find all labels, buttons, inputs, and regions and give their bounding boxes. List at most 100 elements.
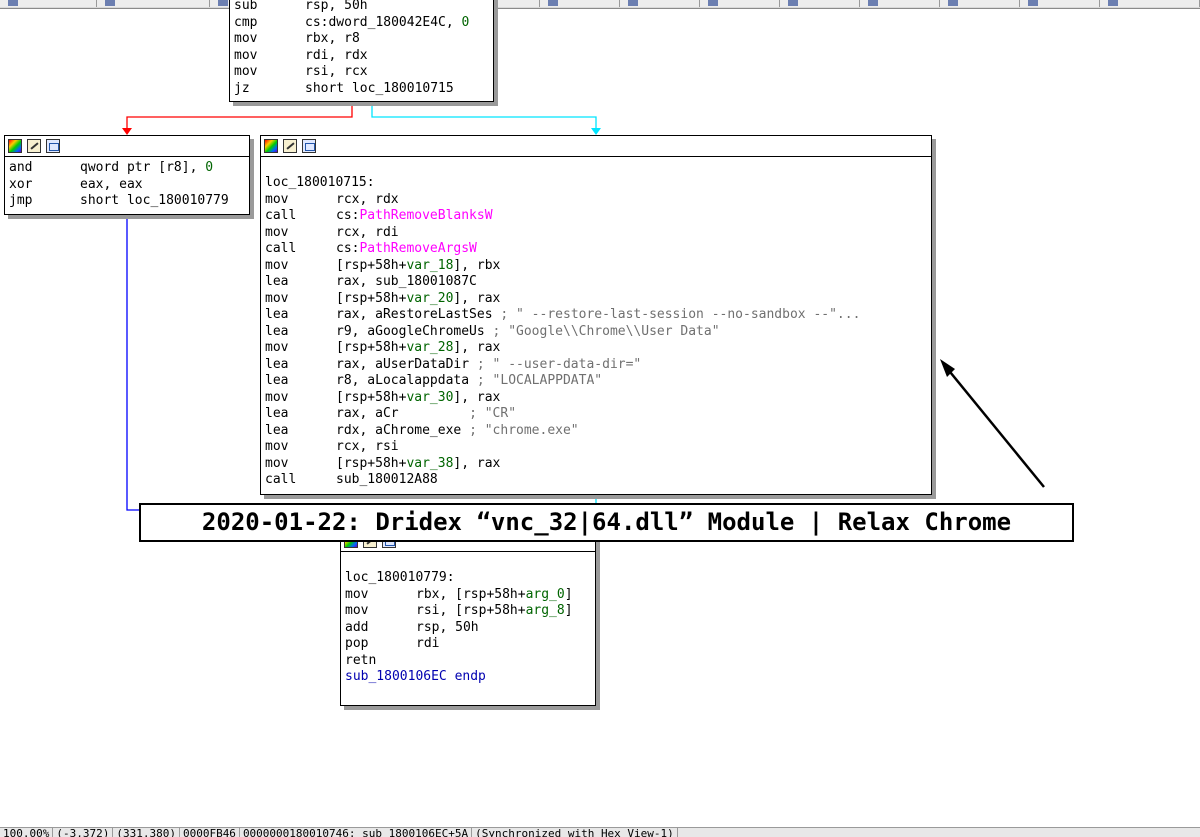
operand: short loc_180010715 xyxy=(305,80,454,96)
instruction-line[interactable]: mov rcx, rdi xyxy=(265,225,927,242)
operand: ; "Google\\Chrome\\User Data" xyxy=(492,323,720,339)
instruction-line[interactable]: mov rsi, [rsp+58h+arg_8] xyxy=(345,603,591,620)
instruction-line[interactable]: mov rcx, rdx xyxy=(265,192,927,209)
instruction-line[interactable]: call cs:PathRemoveBlanksW xyxy=(265,208,927,225)
operand: rax, sub_18001087C xyxy=(336,274,477,289)
instruction-line[interactable]: mov rsi, rcx xyxy=(234,64,489,81)
operand: var_18 xyxy=(406,257,454,273)
block-header xyxy=(261,136,931,157)
operand: arg_8 xyxy=(525,603,565,618)
color-palette-icon[interactable] xyxy=(264,139,278,153)
operand: cs: xyxy=(336,208,360,223)
operand[interactable]: PathRemoveBlanksW xyxy=(359,208,492,223)
mnemonic: cmp xyxy=(234,14,258,30)
code-label[interactable]: loc_180010715: xyxy=(265,175,927,192)
mnemonic: mov xyxy=(265,257,289,273)
mnemonic: lea xyxy=(265,373,289,388)
mnemonic: jmp xyxy=(9,193,33,208)
instruction-line[interactable]: call sub_180012A88 xyxy=(265,472,927,489)
mnemonic: call xyxy=(265,241,297,256)
operand: rax, aCr xyxy=(336,406,470,421)
operand[interactable]: PathRemoveArgsW xyxy=(359,241,476,256)
mnemonic: lea xyxy=(265,323,289,339)
instruction-line[interactable]: mov [rsp+58h+var_30], rax xyxy=(265,390,927,407)
operand: var_28 xyxy=(406,340,454,355)
mnemonic: retn xyxy=(345,652,377,668)
code-block-loc-180010715[interactable]: loc_180010715: mov rcx, rdx call cs:PathRemo… xyxy=(260,135,932,495)
operand: rsi, rcx xyxy=(305,64,368,79)
mnemonic: mov xyxy=(345,586,369,602)
edge-true-branch xyxy=(371,100,597,130)
instruction-line[interactable]: jmp short loc_180010779 xyxy=(9,193,245,210)
instruction-line[interactable]: jz short loc_180010715 xyxy=(234,81,489,98)
mnemonic: mov xyxy=(234,47,258,63)
instruction-line[interactable]: lea r9, aGoogleChromeUs ; "Google\\Chrome… xyxy=(265,324,927,341)
graph-overview-icon[interactable] xyxy=(46,139,60,153)
instruction-line[interactable]: mov rbx, [rsp+58h+arg_0] xyxy=(345,587,591,604)
code-block-entry[interactable]: sub rsp, 50h cmp cs:dword_180042E4C, 0 mov rb… xyxy=(229,0,494,102)
color-palette-icon[interactable] xyxy=(8,139,22,153)
edit-block-icon[interactable] xyxy=(27,139,41,153)
instruction-line[interactable]: lea r8, aLocalappdata ; "LOCALAPPDATA" xyxy=(265,373,927,390)
mnemonic: xor xyxy=(9,176,33,192)
mnemonic: add xyxy=(345,619,369,635)
instruction-line[interactable]: mov [rsp+58h+var_38], rax xyxy=(265,456,927,473)
operand: r8, aLocalappdata xyxy=(336,373,477,388)
instruction-line[interactable]: pop rdi xyxy=(345,636,591,653)
mnemonic: call xyxy=(265,472,297,487)
instruction-line[interactable]: retn xyxy=(345,653,591,670)
instruction-line[interactable]: add rsp, 50h xyxy=(345,620,591,637)
operand: [rsp+58h+ xyxy=(336,340,407,355)
operand: ], rbx xyxy=(453,257,501,273)
operand: rax, aUserDataDir xyxy=(336,356,477,372)
operand: rcx, rdi xyxy=(336,224,399,240)
instruction-line[interactable]: mov rdi, rdx xyxy=(234,48,489,65)
operand: ; "LOCALAPPDATA" xyxy=(476,373,603,388)
mnemonic: call xyxy=(265,208,297,223)
operand: rdi xyxy=(416,636,440,651)
code-block-loc-180010779[interactable]: loc_180010779: mov rbx, [rsp+58h+arg_0] mov… xyxy=(340,530,596,706)
graph-overview-icon[interactable] xyxy=(302,139,316,153)
edge-false-arrowhead xyxy=(122,128,132,135)
operand: ] xyxy=(564,603,573,618)
operand: rdi, rdx xyxy=(305,47,368,63)
instruction-line[interactable]: lea rax, sub_18001087C xyxy=(265,274,927,291)
instruction-line[interactable]: xor eax, eax xyxy=(9,177,245,194)
operand: 0 xyxy=(461,14,470,30)
mnemonic: mov xyxy=(265,340,289,355)
edge-false-branch xyxy=(126,100,353,130)
operand: 0 xyxy=(205,160,214,175)
instruction-line[interactable]: cmp cs:dword_180042E4C, 0 xyxy=(234,15,489,32)
instruction-line[interactable]: mov [rsp+58h+var_20], rax xyxy=(265,291,927,308)
instruction-line[interactable]: and qword ptr [r8], 0 xyxy=(9,160,245,177)
operand: rcx, rdx xyxy=(336,191,399,207)
mnemonic: lea xyxy=(265,422,289,438)
instruction-line[interactable]: mov [rsp+58h+var_28], rax xyxy=(265,340,927,357)
instruction-line[interactable]: lea rax, aRestoreLastSes ; " --restore-la… xyxy=(265,307,927,324)
operand: [rsp+58h+ xyxy=(336,389,407,405)
instruction-line[interactable]: lea rax, aCr ; "CR" xyxy=(265,406,927,423)
operand: ], rax xyxy=(453,389,501,405)
operand: ], rax xyxy=(453,455,501,471)
instruction-line[interactable]: lea rdx, aChrome_exe ; "chrome.exe" xyxy=(265,423,927,440)
instruction-line[interactable]: call cs:PathRemoveArgsW xyxy=(265,241,927,258)
operand: eax, eax xyxy=(80,176,143,192)
instruction-line[interactable]: sub rsp, 50h xyxy=(234,0,489,15)
mnemonic: mov xyxy=(265,455,289,471)
operand: rax, aRestoreLastSes xyxy=(336,307,501,322)
edit-block-icon[interactable] xyxy=(283,139,297,153)
mnemonic: and xyxy=(9,160,33,175)
instruction-line[interactable]: lea rax, aUserDataDir ; " --user-data-dir… xyxy=(265,357,927,374)
instruction-line[interactable]: mov rcx, rsi xyxy=(265,439,927,456)
mnemonic: lea xyxy=(265,406,289,421)
instruction-line[interactable]: mov [rsp+58h+var_18], rbx xyxy=(265,258,927,275)
mnemonic: lea xyxy=(265,307,289,322)
operand: rcx, rsi xyxy=(336,439,399,454)
code-label[interactable]: loc_180010779: xyxy=(345,570,591,587)
mnemonic: mov xyxy=(265,224,289,240)
operand: [rsp+58h+ xyxy=(336,290,407,306)
operand: qword ptr [r8], xyxy=(80,160,206,175)
code-block-false-branch[interactable]: and qword ptr [r8], 0 xor eax, eax jmp short … xyxy=(4,135,250,215)
instruction-line[interactable]: mov rbx, r8 xyxy=(234,31,489,48)
operand: cs:dword_180042E4C, xyxy=(305,14,462,30)
